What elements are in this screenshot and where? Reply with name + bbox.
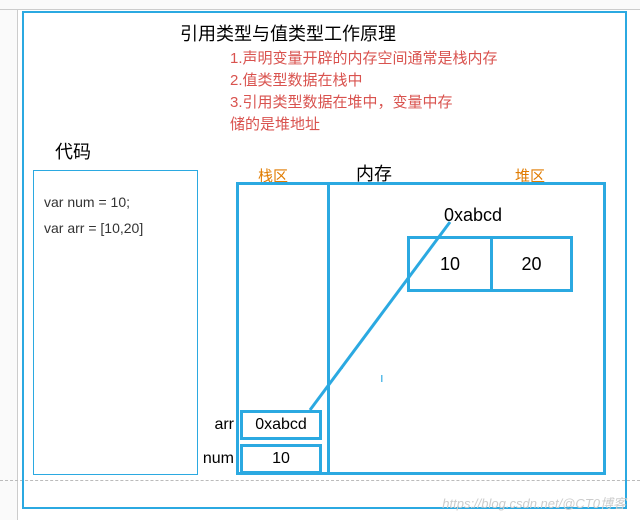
heap-cells: 10 20 [407, 236, 573, 292]
annotation-2: 2.值类型数据在栈中 [230, 70, 498, 92]
annotation-1: 1.声明变量开辟的内存空间通常是栈内存 [230, 48, 498, 70]
heap-cell-1: 20 [490, 239, 570, 289]
annotation-4: 储的是堆地址 [230, 114, 498, 136]
stack-divider [327, 182, 330, 475]
stack-row-num: num 10 [190, 444, 322, 474]
stray-mark-2: ı [380, 370, 384, 385]
annotation-3: 3.引用类型数据在堆中，变量中存 [230, 92, 498, 114]
stray-mark-1: · [340, 360, 344, 375]
code-box: var num = 10; var arr = [10,20] [33, 170, 198, 475]
code-label: 代码 [55, 138, 91, 164]
heap-address: 0xabcd [444, 205, 502, 226]
heap-cell-0: 10 [410, 239, 490, 289]
watermark: https://blog.csdn.net/@CT0博客 [442, 493, 626, 512]
ruler-horizontal [0, 0, 640, 10]
stack-val-num: 10 [240, 444, 322, 474]
ruler-vertical [0, 0, 18, 520]
stack-row-arr: arr 0xabcd [190, 410, 322, 440]
stack-key-arr: arr [190, 416, 234, 434]
stack-val-arr: 0xabcd [240, 410, 322, 440]
diagram-title: 引用类型与值类型工作原理 [180, 20, 396, 46]
stack-key-num: num [190, 450, 234, 468]
annotation-list: 1.声明变量开辟的内存空间通常是栈内存 2.值类型数据在栈中 3.引用类型数据在… [230, 48, 498, 136]
code-line-1: var num = 10; [44, 189, 187, 215]
code-line-2: var arr = [10,20] [44, 215, 187, 241]
